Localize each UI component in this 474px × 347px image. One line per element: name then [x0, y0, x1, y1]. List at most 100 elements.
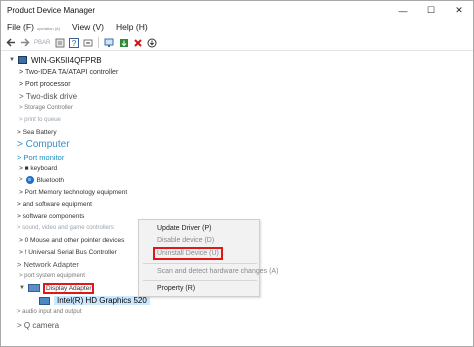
- toolbar-faint-label: PBAR: [34, 39, 51, 46]
- tree-item-label: > software components: [17, 212, 85, 220]
- keyboard-prefix: ■: [24, 164, 29, 172]
- toolbar-separator: [98, 37, 100, 48]
- tree-item-label: > Port monitor: [17, 152, 65, 162]
- tree-item-label: > ■ keyboard: [19, 164, 58, 172]
- title-bar: Product Device Manager — ☐ ✕: [1, 1, 473, 20]
- tree-item-label: > Sea Battery: [17, 128, 57, 136]
- svg-text:?: ?: [72, 39, 77, 48]
- tree-item-text: sound, video and game controllers: [22, 225, 114, 231]
- menu-help[interactable]: Help (H): [110, 22, 154, 32]
- tree-item-label: > Q camera: [17, 320, 60, 330]
- tree-item-text: software components: [22, 212, 85, 220]
- expand-caret-icon[interactable]: >: [19, 177, 23, 183]
- menu-update-driver[interactable]: Update Driver (P): [157, 225, 211, 232]
- tree-item-label: > Port Memory technology equipment: [19, 188, 128, 196]
- tree-item-text: Two-IDEA TA/ATAPI controller: [25, 68, 119, 76]
- menu-operation-label[interactable]: operation (A): [37, 26, 60, 31]
- window-title: Product Device Manager: [7, 6, 96, 15]
- tree-item-text: Port monitor: [23, 152, 65, 162]
- tree-item-label: > Computer: [17, 139, 70, 150]
- menu-view[interactable]: View (V): [66, 22, 110, 32]
- tree-item-text: Port Memory technology equipment: [24, 188, 128, 196]
- usb-prefix: !: [24, 248, 27, 256]
- display-adapter-icon: [27, 284, 40, 292]
- tree-item-label: > print to queue: [19, 117, 61, 123]
- properties-icon[interactable]: [54, 37, 65, 48]
- tree-item[interactable]: > 0 Mouse and other pointer devices: [19, 235, 124, 245]
- tree-item[interactable]: > Port Memory technology equipment: [19, 187, 127, 197]
- context-menu: Update Driver (P) Disable device (D) Uni…: [138, 219, 278, 297]
- tree-item[interactable]: > Network Adapter: [17, 259, 79, 269]
- tree-item[interactable]: > Two-IDEA TA/ATAPI controller: [19, 67, 118, 77]
- tree-item-label: > Network Adapter: [17, 259, 79, 269]
- menu-scan-hardware[interactable]: Scan and detect hardware changes (A): [157, 268, 278, 275]
- menu-bar: File (F) operation (A) View (V) Help (H): [1, 20, 473, 34]
- close-button[interactable]: ✕: [445, 1, 473, 20]
- tree-item[interactable]: > and software equipment: [17, 199, 92, 209]
- tree-item-text: Two-disk drive: [25, 91, 78, 101]
- device-tree: ▼ WIN-GK5II4QFPRB > Two-IDEA TA/ATAPI co…: [1, 53, 473, 347]
- collapse-caret-icon[interactable]: ▼: [9, 57, 15, 63]
- bluetooth-icon: ʙ: [25, 176, 34, 184]
- tree-item[interactable]: > audio input and output: [17, 307, 82, 317]
- menu-uninstall-device[interactable]: Uninstall Device (U): [153, 247, 223, 260]
- tree-item-text: Mouse and other pointer devices: [30, 236, 125, 244]
- tree-item[interactable]: > ʙ Bluetooth: [19, 175, 64, 185]
- tree-item-text: Q camera: [23, 320, 60, 330]
- tree-item-label: > Two-IDEA TA/ATAPI controller: [19, 68, 119, 76]
- maximize-button[interactable]: ☐: [417, 1, 445, 20]
- menu-separator: [143, 280, 257, 281]
- collapse-caret-icon[interactable]: ▼: [19, 285, 25, 291]
- tree-item[interactable]: > software components: [17, 211, 84, 221]
- tree-item[interactable]: > Computer: [17, 138, 70, 151]
- tree-root-label: WIN-GK5II4QFPRB: [30, 55, 102, 65]
- tree-item[interactable]: > sound, video and game controllers: [17, 223, 114, 233]
- forward-arrow-icon[interactable]: [19, 37, 30, 48]
- tree-item-label: Bluetooth: [36, 176, 64, 184]
- tree-item[interactable]: > ■ keyboard: [19, 163, 57, 173]
- menu-property[interactable]: Property (R): [157, 285, 195, 292]
- tree-item-label: > ! Universal Serial Bus Controller: [19, 248, 117, 256]
- tree-item[interactable]: > print to queue: [19, 115, 61, 125]
- display-adapter-label: Display Adapter: [42, 282, 95, 294]
- menu-file-label: File (F): [7, 22, 34, 32]
- tree-item-text: Universal Serial Bus Controller: [28, 248, 117, 256]
- tree-item[interactable]: > Port monitor: [17, 152, 64, 162]
- tree-item[interactable]: > Sea Battery: [17, 127, 57, 137]
- menu-separator: [143, 263, 257, 264]
- minimize-button[interactable]: —: [389, 1, 417, 20]
- tree-item-display-adapter[interactable]: ▼ Display Adapter: [19, 282, 95, 294]
- tree-item-text: Port processor: [25, 80, 71, 88]
- tree-item-text: and software equipment: [22, 200, 92, 208]
- tree-item-text: print to queue: [24, 117, 61, 123]
- menu-file[interactable]: File (F) operation (A): [1, 22, 66, 32]
- tree-item-text: keyboard: [30, 164, 58, 172]
- tree-item-text: port system equipment: [24, 273, 85, 279]
- tree-item-label: > Port processor: [19, 80, 71, 88]
- tree-item-text: audio input and output: [22, 309, 82, 315]
- mouse-prefix: 0: [24, 236, 29, 244]
- tree-item[interactable]: > ! Universal Serial Bus Controller: [19, 247, 117, 257]
- tree-item-label: > port system equipment: [19, 273, 85, 279]
- update-driver-icon[interactable]: [118, 37, 129, 48]
- tree-item[interactable]: > Two-disk drive: [19, 91, 77, 101]
- download-circle-icon[interactable]: [146, 37, 157, 48]
- device-manager-window: Product Device Manager — ☐ ✕ File (F) ope…: [0, 0, 474, 347]
- tree-item-label: > and software equipment: [17, 200, 92, 208]
- resources-icon[interactable]: [82, 37, 93, 48]
- tree-item-text: Sea Battery: [22, 128, 57, 136]
- back-arrow-icon[interactable]: [5, 37, 16, 48]
- menu-disable-device[interactable]: Disable device (D): [157, 237, 214, 244]
- tree-item[interactable]: > Port processor: [19, 79, 71, 89]
- help-icon[interactable]: ?: [68, 37, 79, 48]
- tree-item[interactable]: > Q camera: [17, 319, 59, 331]
- tree-item[interactable]: > port system equipment: [19, 271, 85, 281]
- tree-root[interactable]: ▼ WIN-GK5II4QFPRB: [9, 55, 102, 65]
- scan-hardware-icon[interactable]: [104, 37, 115, 48]
- tree-item-intel-graphics[interactable]: Intel(R) HD Graphics 520: [39, 295, 150, 306]
- uninstall-x-icon[interactable]: [132, 37, 143, 48]
- computer-icon: [17, 56, 27, 64]
- tree-item-text: Storage Controller: [24, 105, 73, 111]
- tree-item[interactable]: > Storage Controller: [19, 103, 73, 113]
- graphics-card-icon: [39, 296, 50, 305]
